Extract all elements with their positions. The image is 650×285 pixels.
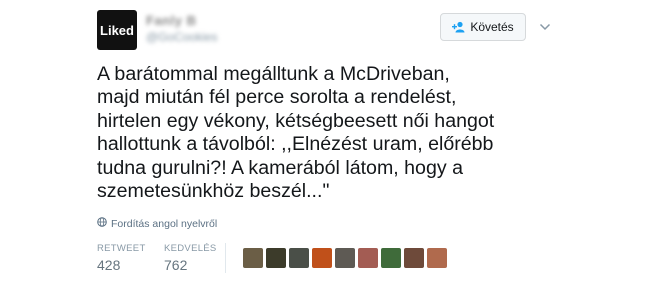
liker-avatar-7[interactable] bbox=[381, 248, 401, 268]
user-handle[interactable]: @GoCookies bbox=[146, 30, 218, 44]
translate-link[interactable]: Fordítás angol nyelvről bbox=[97, 217, 217, 230]
display-name[interactable]: Fanly B bbox=[146, 13, 196, 28]
liker-avatar-5[interactable] bbox=[335, 248, 355, 268]
like-count[interactable]: 762 bbox=[164, 257, 187, 273]
tweet-line: szemetesünkhöz beszél..." bbox=[97, 180, 330, 203]
liker-avatar-6[interactable] bbox=[358, 248, 378, 268]
liker-avatar-9[interactable] bbox=[427, 248, 447, 268]
retweet-count[interactable]: 428 bbox=[97, 257, 120, 273]
tweet-line: A barátommal megálltunk a McDriveban, bbox=[97, 63, 450, 85]
follow-button[interactable]: Követés bbox=[440, 13, 526, 41]
tweet-line: hirtelen egy vékony, kétségbeesett női h… bbox=[97, 109, 495, 132]
tweet-line: tudna gurulni?! A kamerából látom, hogy … bbox=[97, 156, 463, 179]
liker-avatar-4[interactable] bbox=[312, 248, 332, 268]
tweet-line: majd miután fél perce sorolta a rendelés… bbox=[97, 86, 457, 109]
tweet-line: hallottunk a távolból: ,,Elnézést uram, … bbox=[97, 133, 494, 156]
follow-label: Követés bbox=[470, 20, 514, 34]
avatar[interactable]: Liked bbox=[97, 10, 137, 50]
chevron-down-icon[interactable] bbox=[539, 20, 551, 32]
stats-divider bbox=[225, 243, 226, 273]
tweet-text: A barátommal megálltunk a McDriveban, ma… bbox=[97, 63, 537, 203]
translate-label: Fordítás angol nyelvről bbox=[111, 217, 218, 230]
liker-avatar-8[interactable] bbox=[404, 248, 424, 268]
like-label: KEDVELÉS bbox=[164, 243, 217, 254]
add-user-icon bbox=[452, 21, 466, 33]
globe-icon bbox=[97, 217, 107, 230]
liker-avatar-3[interactable] bbox=[289, 248, 309, 268]
retweet-label: RETWEET bbox=[97, 243, 146, 254]
liker-avatars bbox=[243, 248, 447, 268]
liker-avatar-2[interactable] bbox=[266, 248, 286, 268]
liker-avatar-1[interactable] bbox=[243, 248, 263, 268]
